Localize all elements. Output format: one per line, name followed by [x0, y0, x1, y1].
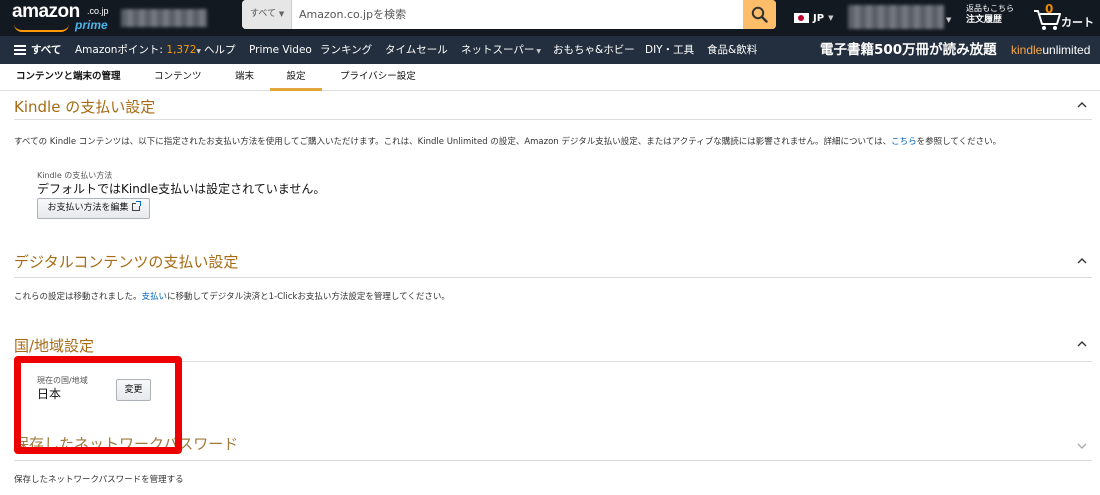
returns-orders-link[interactable]: 返品もこちら 注文履歴: [966, 4, 1014, 26]
payments-link[interactable]: 支払い: [142, 292, 168, 302]
collapse-digital-payment-toggle[interactable]: [1077, 256, 1087, 266]
tab-settings[interactable]: 設定: [270, 64, 322, 91]
tab-devices[interactable]: 端末: [235, 64, 254, 91]
cart-count: 0: [1045, 2, 1054, 16]
search-icon: [751, 6, 768, 23]
chevron-down-icon: ▼: [946, 16, 952, 24]
section-divider: [14, 460, 1092, 461]
digital-payment-desc-pre: これらの設定は移動されました。: [14, 292, 142, 302]
hamburger-menu-icon: [14, 45, 26, 55]
country-section-title: 国/地域設定: [14, 337, 95, 355]
nav-points-link[interactable]: Amazonポイント: 1,372▼: [75, 36, 201, 64]
edit-payment-method-button[interactable]: お支払い方法を編集: [37, 198, 150, 219]
logo-tld: .co.jp: [87, 6, 109, 16]
highlight-box: [14, 356, 182, 454]
ku-unlimited: unlimited: [1042, 43, 1091, 57]
locale-selector[interactable]: JP ▼: [794, 10, 833, 26]
digital-payment-description: これらの設定は移動されました。支払いに移動してデジタル決済と1-Clickお支払…: [14, 290, 450, 302]
nav-item-netsuper-label: ネットスーパー: [461, 44, 535, 56]
nav-points-label: Amazonポイント:: [75, 44, 167, 56]
section-divider: [14, 277, 1092, 278]
nav-points-value: 1,372: [166, 44, 197, 56]
logo-smile-icon: [14, 24, 69, 32]
logo-wordmark: amazon: [12, 1, 80, 22]
network-password-description: 保存したネットワークパスワードを管理する: [14, 475, 184, 485]
chevron-up-icon: [1077, 102, 1087, 108]
search-button[interactable]: [743, 0, 776, 29]
chevron-down-icon: ▼: [534, 48, 541, 55]
external-link-icon: [131, 201, 141, 211]
blurred-account-menu[interactable]: [848, 5, 944, 29]
digital-payment-desc-post: に移動してデジタル決済と1-Clickお支払い方法設定を管理してください。: [167, 292, 450, 302]
japan-flag-icon: [794, 13, 809, 23]
nav-item-netsuper[interactable]: ネットスーパー ▼: [461, 36, 541, 64]
nav-item-food[interactable]: 食品&飲料: [707, 36, 757, 64]
ku-kindle: kindle: [1011, 43, 1043, 57]
collapse-kindle-payment-toggle[interactable]: [1077, 100, 1087, 110]
nav-item-toys[interactable]: おもちゃ&ホビー: [553, 36, 635, 64]
kindle-payment-description: すべての Kindle コンテンツは、以下に指定されたお支払い方法を使用してご購…: [14, 135, 1001, 147]
orders-line2: 注文履歴: [966, 15, 1003, 25]
kindle-payment-desc-pre: すべての Kindle コンテンツは、以下に指定されたお支払い方法を使用してご購…: [14, 137, 892, 147]
search-category-dropdown[interactable]: すべて ▼: [242, 0, 292, 29]
collapse-country-toggle[interactable]: [1077, 339, 1087, 349]
search-input[interactable]: [293, 0, 743, 29]
edit-payment-method-label: お支払い方法を編集: [47, 203, 129, 213]
nav-item-prime-video[interactable]: Prime Video: [249, 36, 312, 64]
cart-button[interactable]: 0 カート: [1033, 2, 1097, 33]
chevron-up-icon: [1077, 258, 1087, 264]
locale-label: JP: [813, 12, 825, 24]
search-category-label: すべて: [250, 9, 277, 19]
logo-prime: prime: [75, 18, 108, 32]
chevron-down-icon: ▼: [278, 10, 285, 18]
tab-content[interactable]: コンテンツ: [154, 64, 202, 91]
top-bar: amazon .co.jp prime すべて ▼ JP ▼ ▼ 返品もこちら …: [0, 0, 1100, 36]
orders-line1: 返品もこちら: [966, 4, 1014, 13]
chevron-down-icon: ▼: [828, 14, 834, 22]
kindle-payment-desc-post: を参照してください。: [916, 137, 1002, 147]
kindle-unlimited-logo[interactable]: kindleunlimited: [1011, 36, 1090, 64]
chevron-down-icon: ▼: [196, 48, 201, 55]
nav-all-button[interactable]: すべて: [31, 36, 61, 64]
expand-network-password-toggle[interactable]: [1077, 441, 1087, 451]
kindle-payment-section-title: Kindle の支払い設定: [14, 98, 156, 116]
content-device-subnav: コンテンツと端末の管理 コンテンツ 端末 設定 プライバシー設定: [0, 64, 1100, 91]
section-divider: [14, 119, 1092, 120]
digital-payment-section-title: デジタルコンテンツの支払い設定: [14, 253, 239, 271]
promo-banner-text[interactable]: 電子書籍500万冊が読み放題: [820, 36, 997, 64]
cart-label: カート: [1061, 16, 1094, 29]
nav-item-timesale[interactable]: タイムセール: [385, 36, 448, 64]
tab-privacy-settings[interactable]: プライバシー設定: [340, 64, 416, 91]
kindle-payment-method-value: デフォルトではKindle支払いは設定されていません。: [37, 182, 326, 196]
search-bar: すべて ▼: [242, 0, 776, 29]
nav-item-diy[interactable]: DIY・工具: [645, 36, 694, 64]
blurred-delivery-address[interactable]: [121, 9, 207, 27]
chevron-down-icon: [1077, 443, 1087, 449]
nav-bar: すべて Amazonポイント: 1,372▼ ヘルプ Prime Video ラ…: [0, 36, 1100, 64]
details-link[interactable]: こちら: [891, 137, 917, 147]
amazon-prime-logo[interactable]: amazon .co.jp prime: [12, 1, 112, 34]
nav-item-help[interactable]: ヘルプ: [204, 36, 236, 64]
nav-item-ranking[interactable]: ランキング: [320, 36, 372, 64]
chevron-up-icon: [1077, 341, 1087, 347]
subnav-title[interactable]: コンテンツと端末の管理: [16, 64, 121, 91]
